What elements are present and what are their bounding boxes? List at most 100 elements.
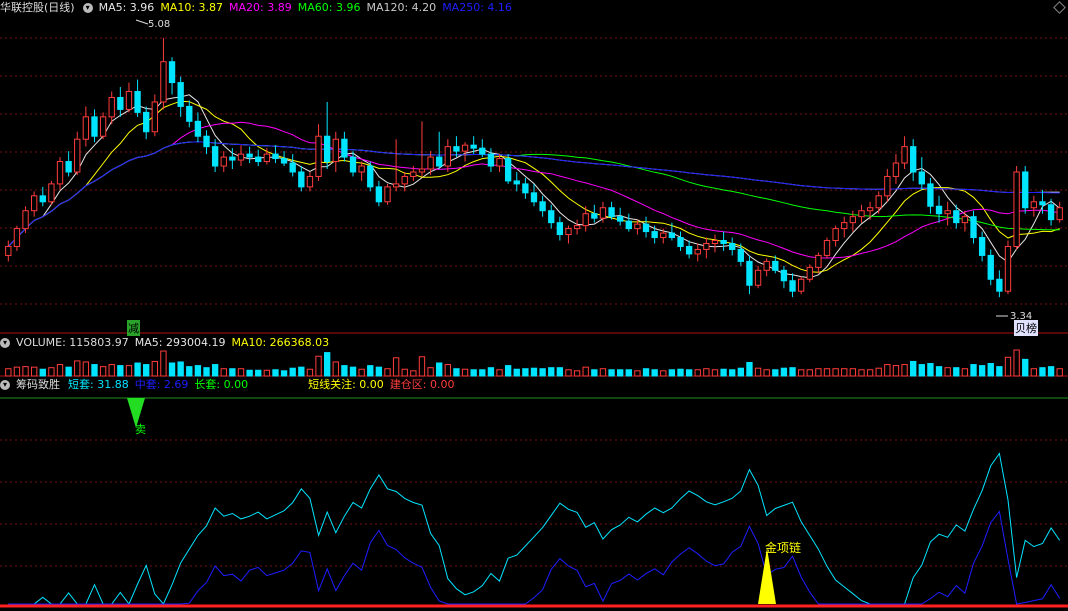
volume-bar — [5, 368, 12, 377]
volume-bar — [125, 365, 133, 377]
volume-bar — [694, 369, 701, 377]
candle-body — [289, 162, 296, 173]
golden-signal-triangle — [758, 548, 776, 604]
volume-bar — [703, 368, 710, 377]
volume-bar — [487, 367, 495, 377]
candle-body — [444, 146, 451, 167]
candle-body — [39, 195, 46, 203]
volume-bar — [797, 369, 805, 377]
candle-body — [272, 153, 279, 160]
volume-bar — [358, 368, 365, 377]
candle-body — [461, 144, 469, 152]
indicator-lines — [8, 452, 1061, 605]
candle-body — [1056, 207, 1063, 221]
collapse-icon[interactable]: ▾ — [82, 3, 93, 13]
candle-body — [65, 161, 72, 173]
candle-body — [806, 266, 813, 280]
candle-body — [625, 220, 632, 230]
volume-bar — [453, 368, 460, 377]
volume-bar — [866, 369, 874, 377]
candle-body — [48, 183, 55, 203]
candle-body — [358, 165, 365, 173]
stock-name[interactable]: 华联控股(日线) — [0, 1, 75, 14]
volume-bar — [1013, 349, 1020, 377]
volume-bar — [99, 366, 107, 377]
volume-bar — [323, 352, 331, 377]
volume-bar — [608, 369, 615, 377]
volume-bar — [729, 369, 736, 377]
indicator-collapse-icon[interactable]: ▾ — [0, 380, 10, 390]
indicator-header: ▾ 筹码致胜 短套: 31.88 中套: 2.69 长套: 0.00 短线关注: 0.00… — [0, 377, 461, 393]
candle-body — [56, 161, 64, 185]
short-line — [8, 452, 1061, 605]
volume-bar — [56, 364, 64, 377]
volume-label: VOLUME: 115803.97 — [16, 336, 129, 349]
candle-body — [832, 228, 839, 242]
candle-body — [349, 156, 357, 173]
volume-bar — [272, 369, 279, 377]
volume-bar — [987, 363, 994, 377]
candle-body — [186, 105, 193, 122]
volume-bar — [1047, 366, 1055, 377]
volume-collapse-icon[interactable]: ▾ — [0, 338, 10, 348]
candle-body — [323, 135, 331, 163]
indicator-name[interactable]: 筹码致胜 — [16, 378, 60, 391]
volume-bar — [1039, 367, 1046, 377]
candle-body — [263, 153, 271, 163]
ma10-label: MA10: 3.87 — [160, 1, 224, 14]
candle-body — [582, 213, 589, 227]
volume-bar — [884, 364, 891, 377]
candle-body — [685, 245, 693, 255]
volume-bar — [901, 364, 908, 377]
volume-bar — [841, 368, 848, 377]
sell-signal-label: 卖 — [135, 423, 146, 436]
candle-body — [823, 240, 831, 256]
candle-body — [134, 91, 141, 113]
sell-marker-label: 减 — [127, 320, 140, 336]
candle-body — [918, 171, 925, 185]
candle-body — [634, 223, 641, 230]
volume-bar — [168, 362, 176, 377]
volume-bar — [48, 367, 55, 377]
candle-body — [280, 158, 288, 164]
volume-bar — [30, 366, 38, 377]
candle-body — [194, 120, 202, 137]
candle-body — [1047, 204, 1055, 221]
candle-body — [815, 254, 822, 268]
candle-body — [797, 278, 805, 292]
candle-body — [642, 223, 650, 233]
candle-body — [487, 153, 495, 167]
candle-body — [1004, 245, 1012, 292]
volume-bar — [599, 368, 607, 377]
volume-bar — [349, 366, 357, 377]
candle-body — [711, 240, 719, 245]
candle-body — [513, 180, 520, 185]
volume-bar — [1056, 368, 1063, 377]
volume-bar — [470, 369, 477, 377]
candle-body — [22, 210, 29, 230]
candle-body — [935, 205, 943, 215]
candle-body — [410, 171, 417, 177]
candle-body — [177, 82, 184, 107]
volume-bar — [479, 369, 486, 377]
candle-body — [780, 269, 788, 282]
volume-bar — [375, 366, 383, 377]
volume-bar — [151, 360, 158, 377]
volume-bar — [427, 367, 434, 377]
golden-label: 金项链 — [765, 541, 802, 555]
volume-bar — [22, 366, 29, 377]
candle-body — [927, 183, 934, 207]
candle-body — [30, 195, 38, 212]
candle-body — [754, 269, 762, 286]
candle-body — [117, 96, 124, 110]
candle-body — [436, 156, 443, 167]
volume-header: ▾ VOLUME: 115803.97 MA5: 293004.19 MA10: 26… — [0, 335, 335, 351]
candle-body — [970, 216, 977, 239]
candle-body — [789, 280, 796, 292]
volume-bar — [556, 367, 564, 377]
candle-body — [392, 183, 400, 188]
volume-bar — [203, 367, 210, 377]
volume-bar — [211, 364, 219, 377]
volume-bar — [220, 368, 227, 377]
volume-bar — [13, 366, 21, 377]
